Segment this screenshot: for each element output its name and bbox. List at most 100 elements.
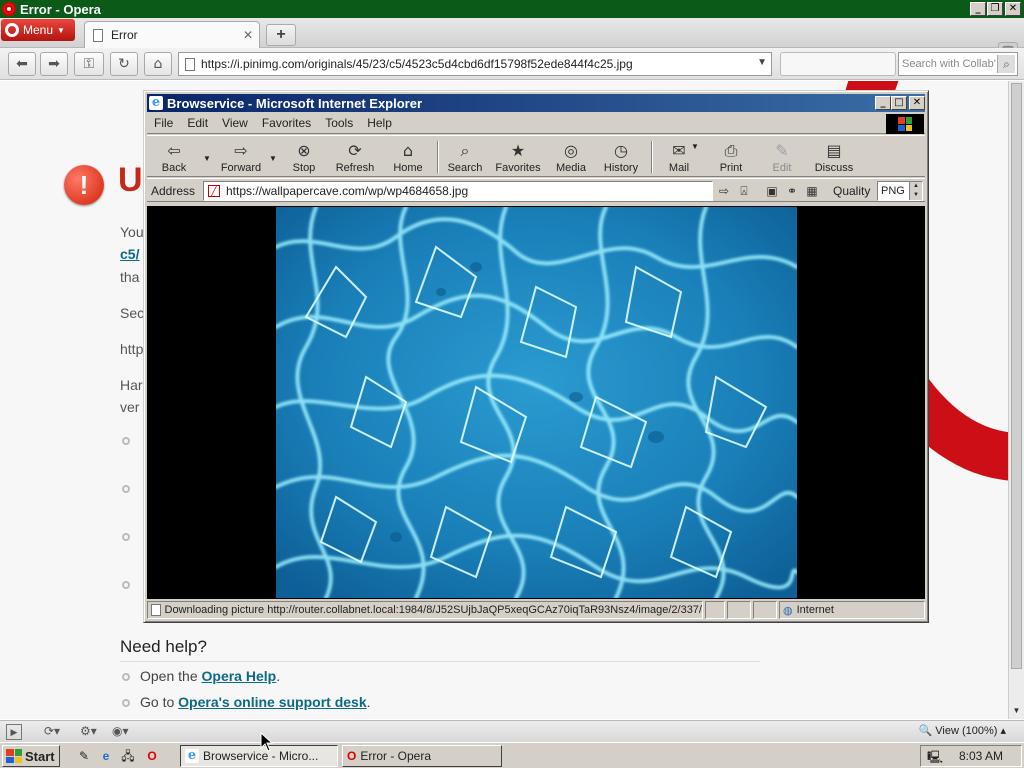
toolbar-label: Back — [161, 162, 187, 174]
task-browservice[interactable]: e Browservice - Micro... — [180, 745, 338, 767]
forward-button[interactable]: ⇨ Forward — [215, 139, 267, 175]
bookmark-icon[interactable]: ⍓ — [737, 184, 751, 198]
ie-minimize-button[interactable]: _ — [875, 96, 891, 110]
ie-address-field[interactable]: ╱ https://wallpapercave.com/wp/wp4684658… — [203, 181, 713, 201]
divider — [120, 661, 760, 662]
unite-icon[interactable]: ⚙▾ — [80, 724, 97, 740]
chevron-down-icon[interactable]: ▼ — [269, 154, 277, 163]
ie-address-text: https://wallpapercave.com/wp/wp4684658.j… — [226, 184, 469, 198]
explorer-quicklaunch-icon[interactable]: 🖧 — [120, 748, 136, 764]
menu-help[interactable]: Help — [360, 116, 399, 130]
go-arrow-icon[interactable]: ⇨ — [717, 184, 731, 198]
opera-help-link[interactable]: Opera Help — [202, 668, 277, 684]
menu-edit[interactable]: Edit — [180, 116, 215, 130]
mail-icon: ✉ — [672, 141, 686, 160]
page-scrollbar[interactable]: ▼ — [1008, 81, 1024, 719]
opera-quicklaunch-icon[interactable]: O — [144, 748, 160, 764]
toolbar-label: Edit — [772, 162, 792, 174]
home-button[interactable]: ⌂ — [144, 52, 172, 76]
toolbar-label: Forward — [220, 162, 262, 174]
minimize-button[interactable]: _ — [970, 2, 986, 16]
discuss-button[interactable]: ▤ Discuss — [811, 139, 857, 175]
close-button[interactable]: ✕ — [1005, 2, 1021, 16]
find-icon[interactable]: ⚭ — [785, 184, 799, 198]
task-opera[interactable]: O Error - Opera — [342, 745, 502, 767]
discuss-icon: ▤ — [826, 141, 842, 160]
page-text: You — [120, 224, 144, 240]
ie-quicklaunch-icon[interactable]: e — [98, 748, 114, 764]
home-button[interactable]: ⌂ Home — [387, 139, 429, 175]
toolbar-separator — [437, 141, 439, 173]
print-icon: ⎙ — [724, 141, 738, 160]
chevron-down-icon: ▼ — [57, 25, 65, 35]
print-button[interactable]: ⎙ Print — [713, 139, 749, 175]
chevron-down-icon[interactable]: ▼ — [691, 142, 699, 151]
clipboard-icon[interactable]: ▦ — [805, 184, 819, 198]
support-desk-link[interactable]: Opera's online support desk — [178, 694, 366, 710]
sync-icon[interactable]: ⟳▾ — [44, 724, 60, 740]
page-text: tha — [120, 269, 140, 285]
opera-titlebar: Error - Opera _ ❐ ✕ — [0, 0, 1024, 18]
edit-button: ✎ Edit — [765, 139, 799, 175]
opera-logo-icon: O — [347, 749, 357, 763]
tab-error[interactable]: Error ✕ — [84, 21, 260, 48]
toolbar-label: Print — [719, 162, 743, 174]
close-tab-icon[interactable]: ✕ — [243, 28, 253, 42]
water-caustics-image — [276, 207, 797, 598]
status-text: Downloading picture http://router.collab… — [164, 604, 703, 616]
ie-close-button[interactable]: ✕ — [909, 96, 925, 110]
history-button[interactable]: ◷ History — [599, 139, 643, 175]
list-bullet — [122, 437, 130, 445]
list-bullet — [122, 485, 130, 493]
quality-value: PNG — [881, 185, 905, 197]
menu-view[interactable]: View — [215, 116, 255, 130]
quality-select[interactable]: PNG ▲ ▼ — [877, 181, 923, 201]
start-button[interactable]: Start — [2, 745, 60, 767]
search-input[interactable]: Search with Collab' ⌕ — [898, 52, 1018, 76]
favorites-button[interactable]: ★ Favorites — [493, 139, 543, 175]
refresh-button[interactable]: ⟳ Refresh — [331, 139, 379, 175]
search-icon[interactable]: ⌕ — [997, 55, 1015, 73]
media-button[interactable]: ◎ Media — [551, 139, 591, 175]
menu-file[interactable]: File — [147, 116, 180, 130]
menu-tools[interactable]: Tools — [318, 116, 360, 130]
chevron-down-icon[interactable]: ▼ — [757, 57, 767, 68]
ie-content-area[interactable] — [147, 206, 925, 599]
network-icon[interactable]: 🖳 — [927, 748, 943, 769]
toolbar-label: Stop — [292, 162, 316, 174]
key-icon[interactable]: ⚿ — [74, 52, 104, 76]
stop-button[interactable]: ⊗ Stop — [285, 139, 323, 175]
system-tray: 🖳 8:03 AM — [920, 745, 1022, 767]
menu-favorites[interactable]: Favorites — [255, 116, 318, 130]
clock[interactable]: 8:03 AM — [959, 749, 1003, 763]
speed-dial-field[interactable] — [780, 52, 896, 76]
back-button[interactable]: ⬅ — [8, 52, 36, 76]
opera-nav-bar: ⬅ ➡ ⚿ ↻ ⌂ https://i.pinimg.com/originals… — [0, 48, 1024, 80]
ie-address-bar: Address ╱ https://wallpapercave.com/wp/w… — [147, 178, 925, 202]
search-button[interactable]: ⌕ Search — [443, 139, 487, 175]
panel-toggle-icon[interactable]: ▶ — [6, 724, 22, 740]
back-button[interactable]: ⇦ Back — [153, 139, 195, 175]
opera-address-field[interactable]: https://i.pinimg.com/originals/45/23/c5/… — [178, 52, 772, 76]
zoom-control[interactable]: 🔍 View (100%) ▴ — [918, 724, 1006, 737]
turbo-icon[interactable]: ◉▾ — [112, 724, 129, 740]
forward-button[interactable]: ➡ — [40, 52, 68, 76]
taskbar: Start ✎ e 🖧 O e Browservice - Micro... O… — [0, 742, 1024, 768]
new-tab-button[interactable]: + — [266, 24, 296, 46]
help-text: . — [276, 668, 281, 684]
scrollbar-thumb[interactable] — [1011, 83, 1022, 669]
history-icon: ◷ — [614, 141, 628, 160]
restore-button[interactable]: ❐ — [987, 2, 1003, 16]
page-loading-icon — [151, 604, 161, 616]
open-icon[interactable]: ▣ — [765, 184, 779, 198]
chevron-down-icon[interactable]: ▼ — [203, 154, 211, 163]
scroll-down-icon[interactable]: ▼ — [1011, 706, 1022, 717]
opera-menu-button[interactable]: Menu ▼ — [1, 19, 75, 41]
search-icon: ⌕ — [460, 141, 470, 160]
reload-button[interactable]: ↻ — [110, 52, 138, 76]
help-text: Open the — [140, 668, 202, 684]
show-desktop-icon[interactable]: ✎ — [76, 748, 92, 764]
spinner-icon[interactable]: ▲ ▼ — [909, 182, 922, 200]
ie-maximize-button[interactable]: □ — [891, 96, 907, 110]
page-link[interactable]: c5/ — [120, 246, 139, 262]
